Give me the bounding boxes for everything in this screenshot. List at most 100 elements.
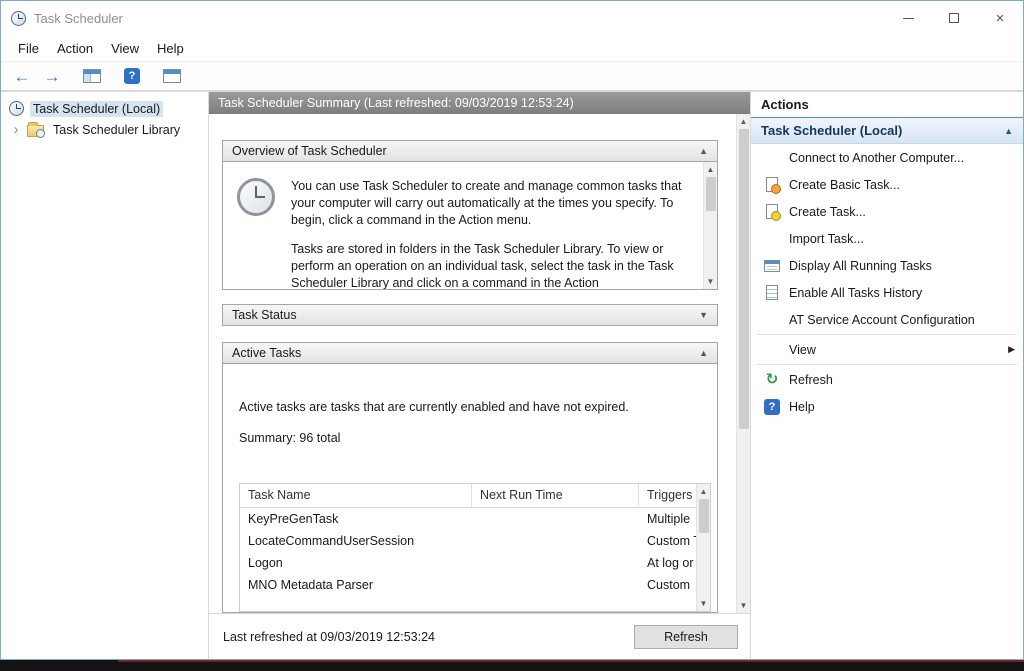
console-tree-icon bbox=[83, 69, 101, 83]
collapse-arrow-icon[interactable]: ▲ bbox=[1004, 126, 1013, 136]
scroll-thumb[interactable] bbox=[706, 177, 716, 211]
task-scheduler-overview-clock-icon bbox=[237, 178, 275, 216]
back-button[interactable]: ← bbox=[9, 64, 35, 88]
minimize-button[interactable] bbox=[885, 1, 931, 35]
action-label: Refresh bbox=[789, 373, 833, 387]
results-pane-scrollbar[interactable]: ▲ ▼ bbox=[736, 114, 750, 613]
close-button[interactable]: × bbox=[977, 1, 1023, 35]
close-icon: × bbox=[996, 11, 1005, 26]
overview-section-title: Overview of Task Scheduler bbox=[232, 144, 387, 158]
cell-task-name: MNO Metadata Parser bbox=[240, 578, 472, 592]
scroll-down-icon[interactable]: ▼ bbox=[737, 598, 751, 613]
action-import-task[interactable]: Import Task... bbox=[751, 225, 1023, 252]
help-icon: ? bbox=[764, 399, 780, 415]
enable-history-icon bbox=[766, 285, 778, 300]
scroll-up-icon[interactable]: ▲ bbox=[737, 114, 751, 129]
tree-item-label: Task Scheduler Library bbox=[50, 122, 183, 138]
folder-clock-icon bbox=[27, 125, 44, 137]
overview-scrollbar[interactable]: ▲ ▼ bbox=[703, 162, 717, 289]
active-tasks-title: Active Tasks bbox=[232, 346, 301, 360]
console-tree-pane: Task Scheduler (Local) › Task Scheduler … bbox=[1, 92, 209, 659]
summary-footer: Last refreshed at 09/03/2019 12:53:24 Re… bbox=[209, 613, 750, 659]
cell-task-name: Logon bbox=[240, 556, 472, 570]
action-connect-to-another-computer[interactable]: Connect to Another Computer... bbox=[751, 144, 1023, 171]
scroll-up-icon[interactable]: ▲ bbox=[697, 484, 711, 499]
action-label: Display All Running Tasks bbox=[789, 259, 932, 273]
action-help[interactable]: ? Help bbox=[751, 393, 1023, 420]
table-row[interactable]: Logon At log or bbox=[240, 552, 696, 574]
scroll-up-icon[interactable]: ▲ bbox=[704, 162, 718, 177]
summary-content: Overview of Task Scheduler ▲ You can use… bbox=[209, 114, 736, 613]
caption-buttons: × bbox=[885, 1, 1023, 35]
show-action-pane-button[interactable] bbox=[159, 64, 185, 88]
refresh-button[interactable]: Refresh bbox=[634, 625, 738, 649]
overview-section-body: You can use Task Scheduler to create and… bbox=[222, 162, 718, 290]
active-tasks-section-body: Active tasks are tasks that are currentl… bbox=[222, 364, 718, 613]
overview-section-header[interactable]: Overview of Task Scheduler ▲ bbox=[222, 140, 718, 162]
tree-item-task-scheduler-library[interactable]: › Task Scheduler Library bbox=[1, 119, 208, 140]
action-display-all-running-tasks[interactable]: Display All Running Tasks bbox=[751, 252, 1023, 279]
results-pane: Task Scheduler Summary (Last refreshed: … bbox=[209, 92, 751, 659]
cell-task-name: KeyPreGenTask bbox=[240, 512, 472, 526]
menu-file[interactable]: File bbox=[9, 38, 48, 59]
minimize-icon bbox=[903, 18, 914, 19]
maximize-button[interactable] bbox=[931, 1, 977, 35]
show-console-tree-button[interactable] bbox=[79, 64, 105, 88]
chevron-right-icon[interactable]: › bbox=[11, 122, 21, 137]
action-pane-icon bbox=[163, 69, 181, 83]
action-label: Create Task... bbox=[789, 205, 866, 219]
table-scrollbar[interactable]: ▲ ▼ bbox=[696, 484, 710, 611]
tree-item-task-scheduler-local[interactable]: Task Scheduler (Local) bbox=[1, 98, 208, 119]
table-row[interactable]: KeyPreGenTask Multiple bbox=[240, 508, 696, 530]
task-scheduler-clock-icon bbox=[9, 101, 24, 116]
task-status-title: Task Status bbox=[232, 308, 297, 322]
taskbar-sliver bbox=[0, 660, 1024, 671]
divider bbox=[757, 334, 1017, 335]
menu-view[interactable]: View bbox=[102, 38, 148, 59]
column-header-triggers[interactable]: Triggers bbox=[639, 484, 696, 507]
actions-pane: Actions Task Scheduler (Local) ▲ Connect… bbox=[751, 92, 1023, 659]
overview-text: You can use Task Scheduler to create and… bbox=[291, 178, 697, 289]
column-header-next-run-time[interactable]: Next Run Time bbox=[472, 484, 639, 507]
action-view[interactable]: View ▶ bbox=[751, 336, 1023, 363]
action-create-task[interactable]: Create Task... bbox=[751, 198, 1023, 225]
help-icon: ? bbox=[124, 68, 140, 84]
column-header-task-name[interactable]: Task Name bbox=[240, 484, 472, 507]
action-label: Help bbox=[789, 400, 815, 414]
collapse-arrow-icon[interactable]: ▲ bbox=[699, 348, 708, 358]
scroll-thumb[interactable] bbox=[739, 129, 749, 429]
divider bbox=[757, 364, 1017, 365]
action-create-basic-task[interactable]: Create Basic Task... bbox=[751, 171, 1023, 198]
action-label: Create Basic Task... bbox=[789, 178, 900, 192]
app-clock-icon bbox=[11, 11, 26, 26]
forward-button[interactable]: → bbox=[39, 64, 65, 88]
refresh-icon: ↻ bbox=[766, 372, 779, 387]
expand-arrow-icon[interactable]: ▼ bbox=[699, 310, 708, 320]
help-button[interactable]: ? bbox=[119, 64, 145, 88]
action-label: AT Service Account Configuration bbox=[789, 313, 975, 327]
window-title: Task Scheduler bbox=[34, 11, 123, 26]
scroll-down-icon[interactable]: ▼ bbox=[704, 274, 718, 289]
scroll-down-icon[interactable]: ▼ bbox=[697, 596, 711, 611]
last-refreshed-text: Last refreshed at 09/03/2019 12:53:24 bbox=[223, 630, 435, 644]
cell-triggers: Multiple bbox=[639, 512, 696, 526]
table-row[interactable]: LocateCommandUserSession Custom T bbox=[240, 530, 696, 552]
toolbar: ← → ? bbox=[1, 61, 1023, 91]
taskbar-accent-line bbox=[118, 660, 1024, 662]
menu-help[interactable]: Help bbox=[148, 38, 193, 59]
action-at-service-account-configuration[interactable]: AT Service Account Configuration bbox=[751, 306, 1023, 333]
collapse-arrow-icon[interactable]: ▲ bbox=[699, 146, 708, 156]
task-status-section-header[interactable]: Task Status ▼ bbox=[222, 304, 718, 326]
active-tasks-section-header[interactable]: Active Tasks ▲ bbox=[222, 342, 718, 364]
create-basic-task-icon bbox=[766, 177, 778, 192]
action-label: Connect to Another Computer... bbox=[789, 151, 964, 165]
tree-item-label: Task Scheduler (Local) bbox=[30, 101, 163, 117]
actions-group-label: Task Scheduler (Local) bbox=[761, 123, 902, 138]
actions-group-header[interactable]: Task Scheduler (Local) ▲ bbox=[751, 118, 1023, 144]
summary-header: Task Scheduler Summary (Last refreshed: … bbox=[209, 92, 750, 114]
action-enable-all-tasks-history[interactable]: Enable All Tasks History bbox=[751, 279, 1023, 306]
menu-action[interactable]: Action bbox=[48, 38, 102, 59]
scroll-thumb[interactable] bbox=[699, 499, 709, 533]
action-refresh[interactable]: ↻ Refresh bbox=[751, 366, 1023, 393]
table-row[interactable]: MNO Metadata Parser Custom bbox=[240, 574, 696, 596]
